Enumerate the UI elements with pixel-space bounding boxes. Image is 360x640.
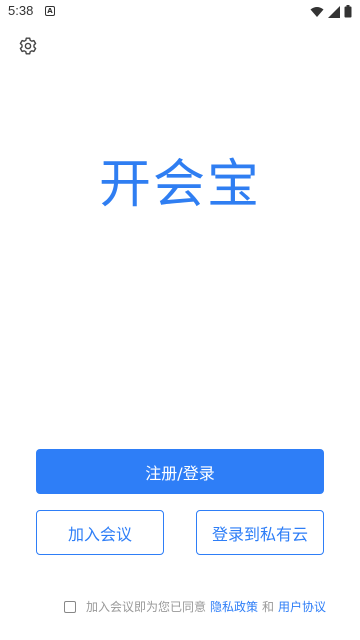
signal-icon <box>328 5 340 18</box>
gear-icon[interactable] <box>16 34 40 58</box>
private-cloud-login-button[interactable]: 登录到私有云 <box>196 510 324 555</box>
agreement-row: 加入会议即为您已同意 隐私政策 和 用户协议 <box>64 598 326 615</box>
status-icons <box>310 5 352 18</box>
status-bar: 5:38 A <box>0 0 360 24</box>
register-login-button[interactable]: 注册/登录 <box>36 449 324 494</box>
notification-icon: A <box>45 6 55 16</box>
screen: 5:38 A 开会宝 注册/登录 加入会议 登录到私有云 加入会议即为您已同意 … <box>0 0 360 640</box>
app-title: 开会宝 <box>98 155 261 215</box>
agreement-conjunction: 和 <box>262 600 275 614</box>
agreement-checkbox[interactable] <box>64 600 76 613</box>
status-time: 5:38 <box>8 3 34 18</box>
privacy-policy-link[interactable]: 隐私政策 <box>210 598 258 615</box>
battery-icon <box>344 5 352 18</box>
terms-link[interactable]: 用户协议 <box>278 598 326 615</box>
join-meeting-button[interactable]: 加入会议 <box>36 510 164 555</box>
wifi-icon <box>310 6 324 17</box>
agreement-text: 加入会议即为您已同意 <box>86 600 207 614</box>
